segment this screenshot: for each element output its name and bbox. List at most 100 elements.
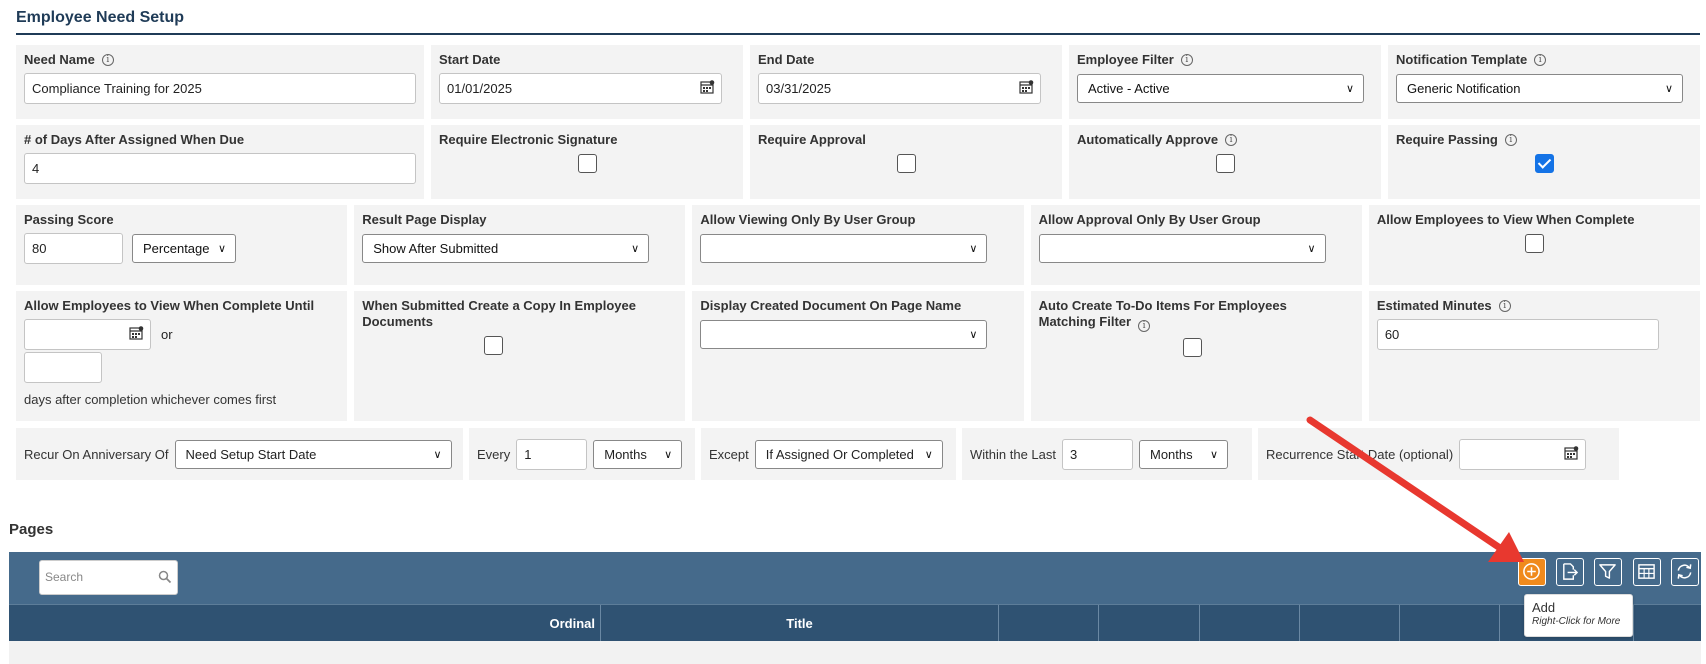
- end-date-value: 03/31/2025: [766, 81, 832, 96]
- create-copy-checkbox[interactable]: [484, 336, 504, 355]
- recur-within-input[interactable]: 3: [1062, 438, 1133, 470]
- allow-view-until-days-input[interactable]: [24, 352, 102, 383]
- allow-view-complete-checkbox[interactable]: [1524, 234, 1544, 253]
- employee-filter-label: Employee Filter: [1077, 52, 1174, 67]
- chevron-down-icon: ∨: [1664, 83, 1673, 95]
- chevron-down-icon: ∨: [969, 329, 978, 341]
- notification-template-label: Notification Template: [1396, 52, 1528, 67]
- recur-except-box: Except If Assigned Or Completed ∨: [701, 428, 956, 480]
- start-date-cell: Start Date 01/01/2025: [431, 45, 743, 119]
- export-icon: [1563, 563, 1579, 580]
- calendar-icon[interactable]: [1564, 445, 1579, 461]
- estimated-minutes-input[interactable]: 60: [1376, 319, 1659, 350]
- auto-approve-checkbox[interactable]: [1215, 154, 1235, 173]
- need-name-input[interactable]: Compliance Training for 2025: [24, 73, 416, 104]
- days-after-input[interactable]: 4: [24, 153, 416, 184]
- search-input[interactable]: Search: [39, 560, 178, 595]
- recur-anniversary-label: Recur On Anniversary Of: [24, 446, 169, 462]
- column-header-ordinal[interactable]: Ordinal: [9, 605, 601, 642]
- auto-create-todo-checkbox[interactable]: [1182, 338, 1202, 357]
- start-date-label: Start Date: [439, 52, 501, 67]
- display-created-doc-select[interactable]: ∨: [700, 320, 988, 349]
- start-date-input[interactable]: 01/01/2025: [439, 73, 722, 104]
- allow-approval-group-cell: Allow Approval Only By User Group ∨: [1030, 205, 1362, 285]
- info-icon[interactable]: i: [1498, 300, 1511, 312]
- allow-viewing-group-select[interactable]: ∨: [700, 234, 988, 263]
- column-header-empty[interactable]: [1400, 605, 1500, 642]
- passing-score-unit-select[interactable]: Percentage ∨: [132, 234, 236, 263]
- require-esig-label: Require Electronic Signature: [439, 132, 618, 147]
- create-copy-cell: When Submitted Create a Copy In Employee…: [354, 291, 686, 421]
- employee-filter-cell: Employee Filter i Active - Active ∨: [1069, 45, 1381, 119]
- export-button[interactable]: [1556, 558, 1584, 586]
- chevron-down-icon: ∨: [631, 243, 640, 255]
- auto-create-todo-label: Auto Create To-Do Items For Employees Ma…: [1038, 298, 1287, 329]
- column-header-empty[interactable]: [999, 605, 1099, 642]
- page-title: Employee Need Setup: [16, 9, 185, 26]
- info-icon[interactable]: i: [1138, 320, 1151, 332]
- column-header-title[interactable]: Title: [601, 605, 999, 642]
- column-header-empty[interactable]: [1300, 605, 1400, 642]
- tooltip-hint: Right-Click for More: [1532, 616, 1621, 627]
- refresh-icon: [1677, 564, 1692, 579]
- need-name-cell: Need Name i Compliance Training for 2025: [16, 45, 424, 119]
- calendar-icon[interactable]: [700, 80, 715, 95]
- chevron-down-icon: ∨: [433, 448, 442, 461]
- search-icon: [158, 570, 172, 584]
- end-date-input[interactable]: 03/31/2025: [758, 73, 1041, 104]
- table-body: [9, 641, 1701, 664]
- calendar-icon[interactable]: [129, 326, 144, 341]
- notification-template-select[interactable]: Generic Notification ∨: [1396, 74, 1683, 103]
- filter-icon: [1599, 564, 1616, 579]
- chevron-down-icon: ∨: [664, 448, 673, 461]
- result-page-display-select[interactable]: Show After Submitted ∨: [362, 234, 650, 263]
- recur-every-unit-select[interactable]: Months ∨: [593, 439, 683, 469]
- allow-approval-group-label: Allow Approval Only By User Group: [1038, 212, 1261, 227]
- pages-section-title: Pages: [9, 521, 54, 538]
- columns-button[interactable]: [1633, 558, 1661, 586]
- column-header-empty[interactable]: [1200, 605, 1300, 642]
- pages-toolbar: Search: [9, 552, 1701, 605]
- result-page-display-cell: Result Page Display Show After Submitted…: [354, 205, 686, 285]
- passing-score-input[interactable]: 80: [24, 233, 123, 264]
- chevron-down-icon: ∨: [924, 448, 933, 461]
- info-icon[interactable]: i: [1504, 134, 1517, 146]
- info-icon[interactable]: i: [1225, 134, 1238, 146]
- allow-view-until-date-input[interactable]: [24, 319, 151, 350]
- require-approval-checkbox[interactable]: [896, 154, 916, 173]
- recur-except-label: Except: [709, 446, 749, 462]
- recur-every-input[interactable]: 1: [516, 438, 588, 470]
- recur-anniversary-value: Need Setup Start Date: [185, 446, 317, 462]
- pages-table-header: Ordinal Title: [9, 604, 1701, 642]
- recur-within-unit-value: Months: [1150, 446, 1193, 462]
- info-icon[interactable]: i: [101, 54, 114, 66]
- calendar-icon[interactable]: [1019, 80, 1034, 95]
- require-passing-checkbox[interactable]: [1534, 154, 1554, 173]
- allow-viewing-group-label: Allow Viewing Only By User Group: [700, 212, 916, 227]
- chevron-down-icon: ∨: [1345, 83, 1354, 95]
- column-header-empty[interactable]: [1099, 605, 1200, 642]
- recur-every-box: Every 1 Months ∨: [469, 428, 695, 480]
- recur-except-select[interactable]: If Assigned Or Completed ∨: [754, 439, 943, 469]
- filter-button[interactable]: [1594, 558, 1622, 586]
- plus-circle-icon: [1523, 563, 1540, 580]
- form-grid: Need Name i Compliance Training for 2025 …: [16, 45, 1701, 427]
- passing-score-label: Passing Score: [24, 212, 114, 227]
- recur-anniversary-select[interactable]: Need Setup Start Date ∨: [174, 439, 452, 469]
- result-page-display-label: Result Page Display: [362, 212, 487, 227]
- estimated-minutes-label: Estimated Minutes: [1376, 298, 1492, 313]
- require-approval-cell: Require Approval: [750, 125, 1062, 199]
- allow-viewing-group-cell: Allow Viewing Only By User Group ∨: [692, 205, 1024, 285]
- allow-approval-group-select[interactable]: ∨: [1038, 234, 1326, 263]
- info-icon[interactable]: i: [1534, 54, 1547, 66]
- add-button[interactable]: [1518, 558, 1546, 586]
- recur-start-date-input[interactable]: [1459, 438, 1587, 470]
- recur-anniversary-box: Recur On Anniversary Of Need Setup Start…: [16, 428, 463, 480]
- require-esig-checkbox[interactable]: [577, 154, 597, 173]
- refresh-button[interactable]: [1671, 558, 1699, 586]
- info-icon[interactable]: i: [1180, 54, 1193, 66]
- employee-filter-select[interactable]: Active - Active ∨: [1077, 74, 1364, 103]
- end-date-label: End Date: [758, 52, 815, 67]
- chevron-down-icon: ∨: [1209, 448, 1218, 461]
- recur-within-unit-select[interactable]: Months ∨: [1139, 439, 1228, 469]
